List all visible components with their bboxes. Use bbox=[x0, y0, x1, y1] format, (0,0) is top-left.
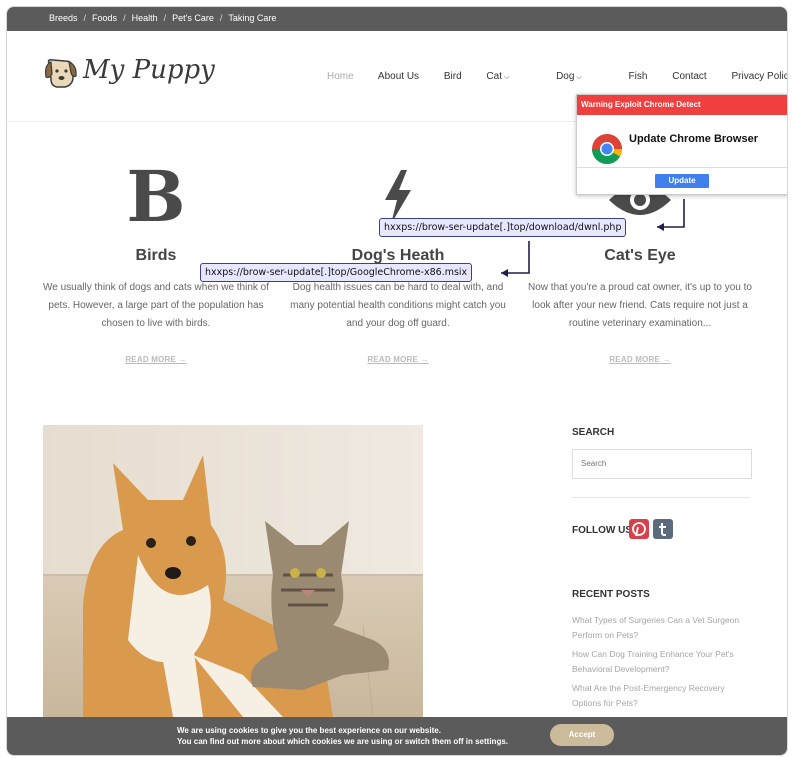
top-bar: Breeds / Foods / Health / Pet's Care / Taking Ca… bbox=[7, 7, 787, 31]
cookie-text: We are using cookies to give you the bes… bbox=[177, 725, 508, 747]
feature-dogs-health-desc: Dog health issues can be hard to deal wi… bbox=[290, 282, 506, 329]
feature-dogs-health: Dog's Heath Dog health issues can be har… bbox=[283, 157, 513, 367]
breadcrumb-separator: / bbox=[219, 13, 223, 23]
recent-posts-heading: RECENT POSTS bbox=[572, 589, 650, 600]
nav-about[interactable]: About Us bbox=[378, 71, 419, 82]
feature-cats-eye-desc: Now that you're a proud cat owner, it's … bbox=[528, 282, 752, 329]
nav-home[interactable]: Home bbox=[327, 71, 354, 82]
feature-birds-read-more[interactable]: READ MORE → bbox=[125, 355, 186, 364]
feature-birds-desc: We usually think of dogs and cats when w… bbox=[42, 282, 270, 329]
breadcrumb-separator: / bbox=[83, 13, 87, 23]
feature-cats-eye-read-more[interactable]: READ MORE → bbox=[609, 355, 670, 364]
accept-cookies-button[interactable]: Accept bbox=[550, 724, 614, 746]
main-nav: Home About Us Bird Cat ⌵ Dog ⌵ Fish Contac… bbox=[327, 71, 787, 82]
feature-dogs-health-read-more[interactable]: READ MORE → bbox=[367, 355, 428, 364]
update-button[interactable]: Update bbox=[655, 174, 709, 188]
tumblr-icon[interactable] bbox=[653, 519, 673, 539]
bird-letter-icon: B bbox=[41, 157, 271, 237]
breadcrumb-separator: / bbox=[123, 13, 126, 23]
dog-logo-icon bbox=[44, 59, 77, 88]
nav-contact[interactable]: Contact bbox=[672, 71, 706, 82]
popup-divider bbox=[577, 167, 787, 168]
ioc-url-msix: hxxps://brow-ser-update[.]top/GoogleChro… bbox=[200, 263, 473, 282]
feature-cats-eye-title: Cat's Eye bbox=[604, 247, 676, 264]
breadcrumb-foods[interactable]: Foods bbox=[92, 13, 117, 23]
chrome-icon bbox=[592, 134, 622, 164]
fake-update-popup: Warning Exploit Chrome Detect Update Chr… bbox=[576, 94, 787, 195]
breadcrumb-taking-care[interactable]: Taking Care bbox=[228, 13, 276, 23]
breadcrumb: Breeds / Foods / Health / Pet's Care / Taking Ca… bbox=[49, 13, 276, 23]
recent-post-link[interactable]: What Types of Surgeries Can a Vet Surgeo… bbox=[572, 613, 752, 643]
cookie-banner: We are using cookies to give you the bes… bbox=[7, 717, 787, 755]
nav-dog-label: Dog bbox=[556, 71, 575, 82]
follow-us-label: FOLLOW US bbox=[572, 525, 632, 536]
cookie-line-2: You can find out more about which cookie… bbox=[177, 737, 508, 746]
chevron-down-icon: ⌵ bbox=[503, 74, 510, 81]
chevron-down-icon: ⌵ bbox=[576, 74, 582, 81]
popup-warning-bar: Warning Exploit Chrome Detect bbox=[577, 95, 787, 115]
recent-post-link[interactable]: How Can Dog Training Enhance Your Pet's … bbox=[572, 647, 752, 677]
search-input[interactable] bbox=[581, 459, 741, 468]
ioc-url-download: hxxps://brow-ser-update[.]top/download/d… bbox=[379, 218, 627, 237]
nav-cat-label: Cat bbox=[486, 71, 502, 82]
pinterest-icon[interactable] bbox=[629, 519, 649, 539]
site-logo[interactable]: My Puppy bbox=[43, 55, 215, 91]
nav-fish[interactable]: Fish bbox=[629, 71, 648, 82]
dog-and-cat-photo bbox=[43, 425, 423, 717]
nav-dog[interactable]: Dog ⌵ bbox=[556, 71, 604, 82]
feature-birds: B Birds We usually think of dogs and cat… bbox=[41, 157, 271, 367]
search-heading: SEARCH bbox=[572, 427, 615, 438]
breadcrumb-pets-care[interactable]: Pet's Care bbox=[172, 13, 214, 23]
feature-birds-letter: B bbox=[126, 155, 186, 238]
popup-title: Update Chrome Browser bbox=[629, 133, 758, 145]
search-box bbox=[572, 449, 752, 479]
nav-cat[interactable]: Cat ⌵ bbox=[486, 71, 531, 82]
sidebar-divider bbox=[572, 497, 750, 498]
breadcrumb-health[interactable]: Health bbox=[132, 13, 158, 23]
cookie-line-1: We are using cookies to give you the bes… bbox=[177, 726, 441, 735]
recent-posts-list: What Types of Surgeries Can a Vet Surgeo… bbox=[572, 613, 752, 715]
breadcrumb-separator: / bbox=[163, 13, 167, 23]
browser-frame: Breeds / Foods / Health / Pet's Care / Taking Ca… bbox=[6, 6, 788, 756]
nav-privacy[interactable]: Privacy Policy bbox=[731, 71, 787, 82]
recent-post-link[interactable]: What Are the Post-Emergency Recovery Opt… bbox=[572, 681, 752, 711]
nav-bird[interactable]: Bird bbox=[444, 71, 462, 82]
logo-text: My Puppy bbox=[83, 55, 215, 85]
breadcrumb-breeds[interactable]: Breeds bbox=[49, 13, 78, 23]
